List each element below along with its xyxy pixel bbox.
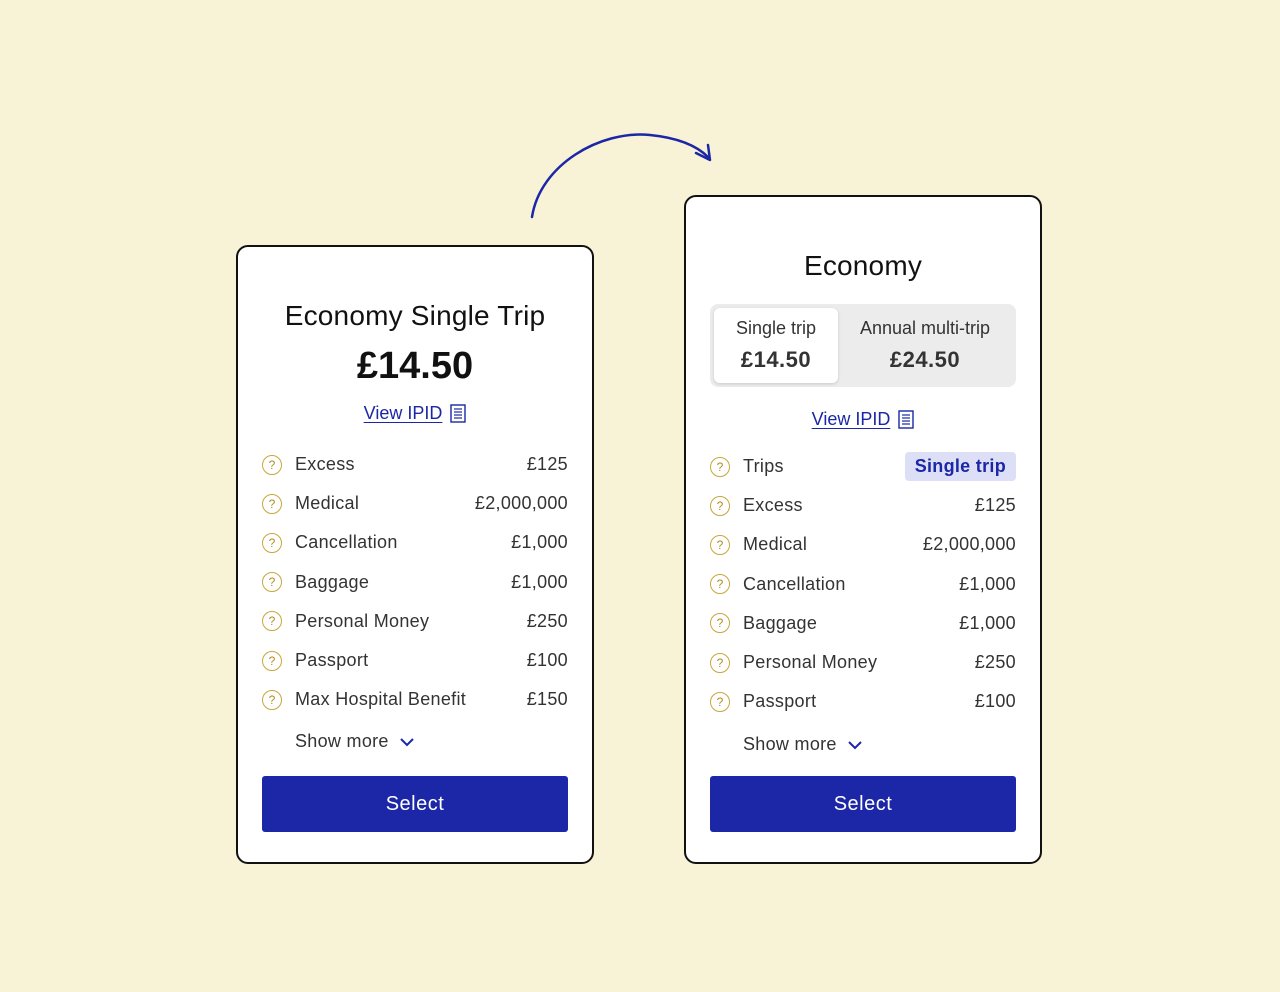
benefit-row: ? Excess £125 (262, 445, 568, 484)
benefit-value: £125 (974, 495, 1016, 516)
help-icon[interactable]: ? (262, 493, 282, 514)
ipid-link-group: View IPID (238, 403, 592, 424)
benefit-row: ? Personal Money £250 (262, 602, 568, 641)
show-more-label: Show more (743, 734, 837, 754)
help-icon[interactable]: ? (710, 534, 730, 555)
benefit-label: Medical (295, 493, 360, 514)
select-button[interactable]: Select (262, 776, 568, 832)
benefit-value: £150 (526, 689, 568, 710)
benefit-row: ? Cancellation £1,000 (710, 565, 1016, 604)
document-icon[interactable] (450, 404, 467, 423)
benefit-row: ? Baggage £1,000 (262, 563, 568, 602)
benefit-label: Excess (295, 454, 355, 475)
help-icon[interactable]: ? (262, 532, 282, 553)
benefit-list: ? Trips Single trip ? Excess £125 ? Medical £2… (710, 447, 1016, 721)
benefit-row: ? Passport £100 (710, 682, 1016, 721)
benefit-value: £2,000,000 (922, 534, 1016, 555)
show-more-label: Show more (295, 731, 389, 751)
benefit-row: ? Max Hospital Benefit £150 (262, 680, 568, 719)
benefit-list: ? Excess £125 ? Medical £2,000,000 ? Cancella… (262, 445, 568, 719)
benefit-value: £125 (526, 454, 568, 475)
show-more-button[interactable]: Show more (295, 731, 415, 752)
trips-row: ? Trips Single trip (710, 447, 1016, 486)
view-ipid-link[interactable]: View IPID (364, 403, 443, 424)
toggle-option-price: £24.50 (889, 347, 961, 372)
benefit-value: £250 (974, 652, 1016, 673)
benefit-label: Excess (743, 495, 803, 516)
benefit-label: Personal Money (295, 610, 430, 631)
benefit-value: £1,000 (959, 573, 1016, 594)
toggle-option-price: £14.50 (740, 347, 812, 372)
help-icon[interactable]: ? (710, 456, 730, 477)
benefit-label: Passport (295, 650, 369, 671)
benefit-value: £1,000 (511, 532, 568, 553)
benefit-label: Personal Money (743, 652, 878, 673)
benefit-value: £100 (974, 691, 1016, 712)
benefit-row: ? Medical £2,000,000 (262, 484, 568, 523)
benefit-row: ? Excess £125 (710, 486, 1016, 525)
help-icon[interactable]: ? (262, 650, 282, 671)
trip-type-toggle: Single trip £14.50 Annual multi-trip £24… (710, 304, 1016, 387)
benefit-label: Baggage (295, 571, 370, 592)
toggle-option-label: Annual multi-trip (859, 318, 991, 338)
toggle-option-annual-multi-trip[interactable]: Annual multi-trip £24.50 (838, 308, 1012, 383)
help-icon[interactable]: ? (262, 611, 282, 632)
help-icon[interactable]: ? (262, 689, 282, 710)
benefit-value: £100 (526, 650, 568, 671)
select-button[interactable]: Select (710, 776, 1016, 832)
view-ipid-link[interactable]: View IPID (812, 409, 891, 430)
benefit-row: ? Cancellation £1,000 (262, 523, 568, 562)
benefit-row: ? Baggage £1,000 (710, 604, 1016, 643)
benefit-label: Passport (743, 691, 817, 712)
help-icon[interactable]: ? (710, 613, 730, 634)
benefit-row: ? Medical £2,000,000 (710, 525, 1016, 564)
document-icon[interactable] (898, 410, 915, 429)
card-price: £14.50 (356, 345, 474, 387)
benefit-value: £1,000 (959, 612, 1016, 633)
toggle-option-label: Single trip (735, 318, 817, 338)
benefit-label: Max Hospital Benefit (295, 689, 467, 710)
chevron-down-icon (400, 737, 414, 746)
benefit-value: £1,000 (511, 571, 568, 592)
benefit-value: £2,000,000 (474, 493, 568, 514)
toggle-option-single-trip[interactable]: Single trip £14.50 (714, 308, 838, 383)
help-icon[interactable]: ? (710, 574, 730, 595)
benefit-label: Cancellation (743, 573, 846, 594)
help-icon[interactable]: ? (710, 691, 730, 712)
benefit-label: Baggage (743, 612, 818, 633)
show-more-button[interactable]: Show more (743, 734, 863, 755)
help-icon[interactable]: ? (710, 652, 730, 673)
help-icon[interactable]: ? (262, 454, 282, 475)
plan-card-single-trip: Economy Single Trip £14.50 View IPID ? Ex… (236, 245, 594, 864)
plan-card-economy: Economy Single trip £14.50 Annual multi-… (684, 195, 1042, 864)
benefit-value: £250 (526, 610, 568, 631)
ipid-link-group: View IPID (686, 409, 1040, 430)
help-icon[interactable]: ? (710, 495, 730, 516)
help-icon[interactable]: ? (262, 572, 282, 593)
chevron-down-icon (848, 740, 862, 749)
card-title: Economy (803, 250, 923, 281)
benefit-label: Cancellation (295, 532, 398, 553)
benefit-row: ? Personal Money £250 (710, 643, 1016, 682)
trip-type-chip: Single trip (904, 452, 1016, 482)
benefit-label: Trips (743, 456, 784, 477)
benefit-row: ? Passport £100 (262, 641, 568, 680)
card-title: Economy Single Trip (284, 300, 546, 331)
benefit-label: Medical (743, 534, 808, 555)
